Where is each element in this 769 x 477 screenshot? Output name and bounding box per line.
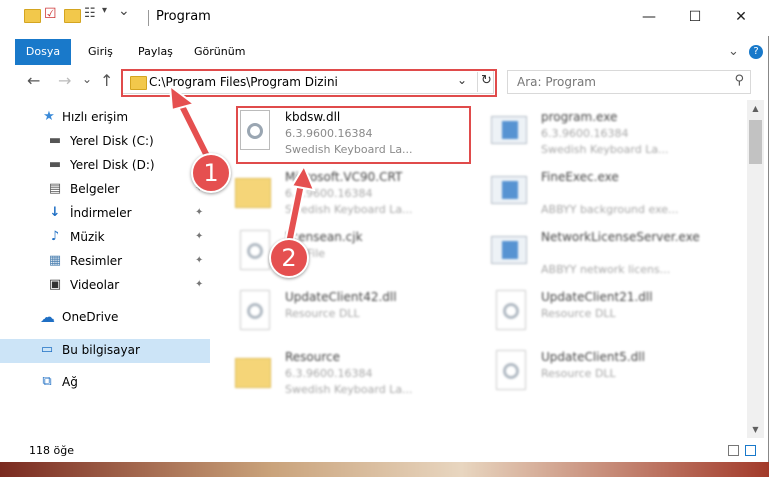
step-2-badge: 2 — [269, 238, 309, 278]
arrow-2 — [285, 163, 316, 243]
annotation-arrows — [168, 83, 316, 243]
step-1-badge: 1 — [191, 153, 231, 193]
